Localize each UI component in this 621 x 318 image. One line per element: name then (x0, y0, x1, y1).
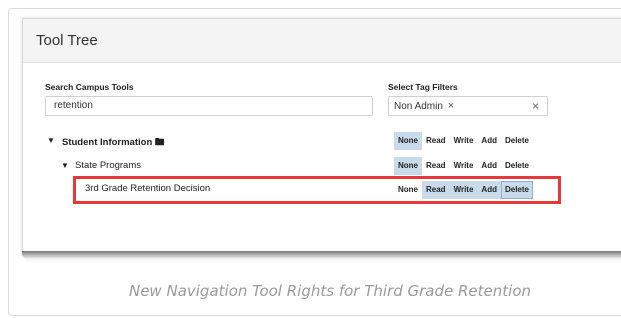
rights-state-programs: None Read Write Add Delete (394, 157, 533, 175)
right-delete[interactable]: Delete (500, 132, 533, 150)
tree-row-3rd-grade-retention: 3rd Grade Retention Decision (85, 181, 385, 199)
tool-tree-panel: Tool Tree Search Campus Tools retention … (22, 18, 621, 256)
tree-label-text: Student Information (62, 137, 153, 148)
right-none[interactable]: None (394, 181, 422, 199)
right-add[interactable]: Add (477, 132, 501, 150)
right-add[interactable]: Add (477, 181, 501, 199)
tree-label[interactable]: 3rd Grade Retention Decision (85, 183, 210, 194)
search-label: Search Campus Tools (45, 82, 134, 92)
panel-header: Tool Tree (23, 19, 621, 63)
tag-chip: Non Admin × (394, 100, 454, 112)
rights-student-information: None Read Write Add Delete (394, 132, 533, 150)
right-write[interactable]: Write (449, 157, 478, 175)
panel-title: Tool Tree (36, 32, 98, 49)
tag-chip-remove-icon[interactable]: × (448, 100, 454, 112)
caret-down-icon[interactable]: ▼ (61, 161, 69, 170)
right-add[interactable]: Add (477, 157, 501, 175)
right-delete[interactable]: Delete (500, 181, 533, 199)
figure-caption: New Navigation Tool Rights for Third Gra… (128, 282, 532, 300)
rights-3rd-grade-retention: None Read Write Add Delete (394, 181, 533, 199)
panel-shadow (22, 251, 621, 263)
right-write[interactable]: Write (449, 132, 478, 150)
tree-label[interactable]: State Programs (75, 160, 141, 171)
right-read[interactable]: Read (422, 132, 450, 150)
right-none[interactable]: None (394, 157, 422, 175)
right-write[interactable]: Write (449, 181, 478, 199)
search-input[interactable]: retention (45, 96, 373, 116)
caret-down-icon[interactable]: ▼ (47, 136, 55, 145)
tree-label[interactable]: Student Information 🖿 (62, 135, 164, 151)
tag-filter-label: Select Tag Filters (388, 82, 458, 92)
right-delete[interactable]: Delete (500, 157, 533, 175)
clear-tags-icon[interactable]: × (532, 99, 539, 113)
folder-icon: 🖿 (154, 137, 165, 148)
right-none[interactable]: None (394, 132, 422, 150)
right-read[interactable]: Read (422, 181, 450, 199)
tag-filter-select[interactable]: Non Admin × × (388, 96, 548, 116)
right-read[interactable]: Read (422, 157, 450, 175)
tag-chip-label: Non Admin (394, 101, 443, 112)
